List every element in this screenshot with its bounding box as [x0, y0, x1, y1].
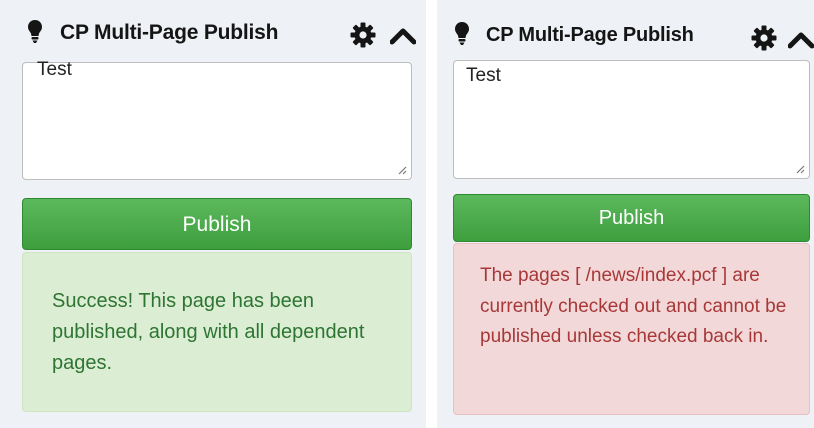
- lightbulb-icon: [455, 22, 469, 45]
- comment-textarea[interactable]: Test: [453, 60, 810, 179]
- resize-handle-icon[interactable]: [397, 165, 407, 175]
- comment-textarea[interactable]: Test: [22, 59, 412, 180]
- publish-gadget-error: CP Multi-Page Publish Test Publish The p…: [437, 0, 814, 428]
- success-alert: Success! This page has been published, a…: [22, 252, 412, 412]
- gear-icon[interactable]: [751, 25, 777, 51]
- publish-button[interactable]: Publish: [22, 198, 412, 250]
- success-message: Success! This page has been published, a…: [52, 290, 365, 374]
- comment-value: Test: [466, 65, 501, 86]
- error-message: The pages [ /news/index.pcf ] are curren…: [480, 265, 787, 347]
- publish-button[interactable]: Publish: [453, 194, 810, 242]
- gadget-header: CP Multi-Page Publish: [437, 6, 814, 66]
- chevron-up-icon[interactable]: [390, 27, 416, 45]
- comment-value: Test: [37, 59, 72, 80]
- gadget-title: CP Multi-Page Publish: [486, 24, 694, 46]
- publish-gadget-success: CP Multi-Page Publish Test Publish Succe…: [0, 0, 426, 428]
- gadget-header: CP Multi-Page Publish: [0, 0, 426, 62]
- lightbulb-icon: [28, 20, 42, 43]
- error-alert: The pages [ /news/index.pcf ] are curren…: [453, 243, 810, 415]
- gear-icon[interactable]: [350, 22, 376, 48]
- resize-handle-icon[interactable]: [795, 164, 805, 174]
- gadget-title: CP Multi-Page Publish: [60, 21, 279, 44]
- panel-divider: [426, 0, 437, 428]
- chevron-up-icon[interactable]: [788, 31, 814, 49]
